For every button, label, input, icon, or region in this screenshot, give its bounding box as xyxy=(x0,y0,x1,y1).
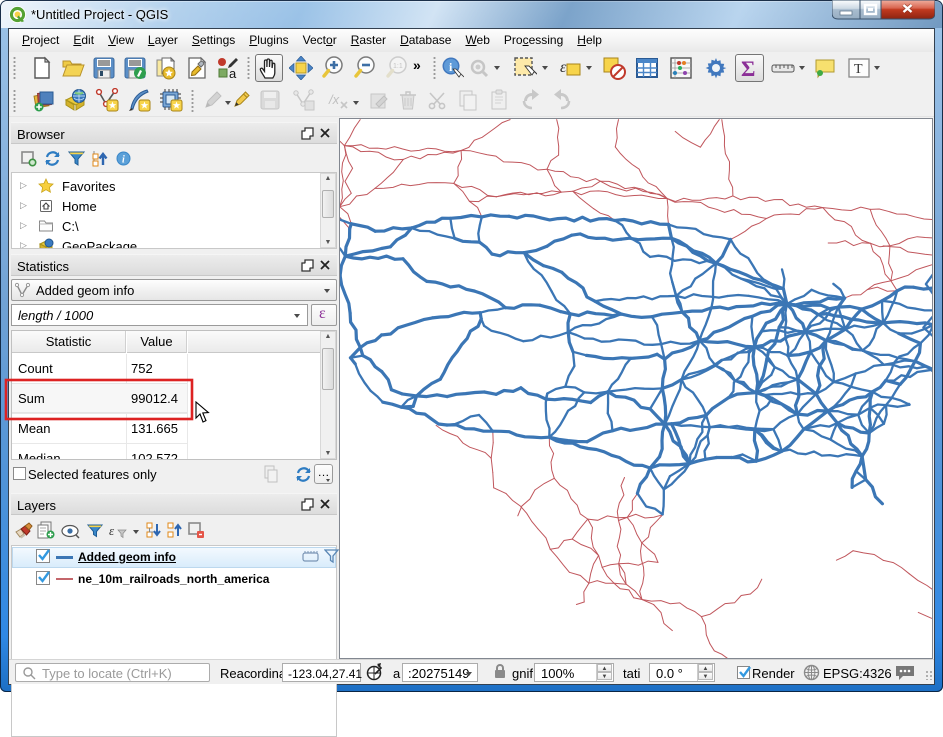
svg-text:i: i xyxy=(122,155,125,166)
svg-text:ε: ε xyxy=(109,523,115,538)
svg-text:a: a xyxy=(229,66,237,80)
svg-text:1:1: 1:1 xyxy=(393,63,403,70)
svg-text:Σ: Σ xyxy=(741,56,755,80)
svg-text:/x: /x xyxy=(328,92,340,107)
svg-text:T: T xyxy=(854,62,863,77)
svg-text:ε: ε xyxy=(560,59,567,76)
